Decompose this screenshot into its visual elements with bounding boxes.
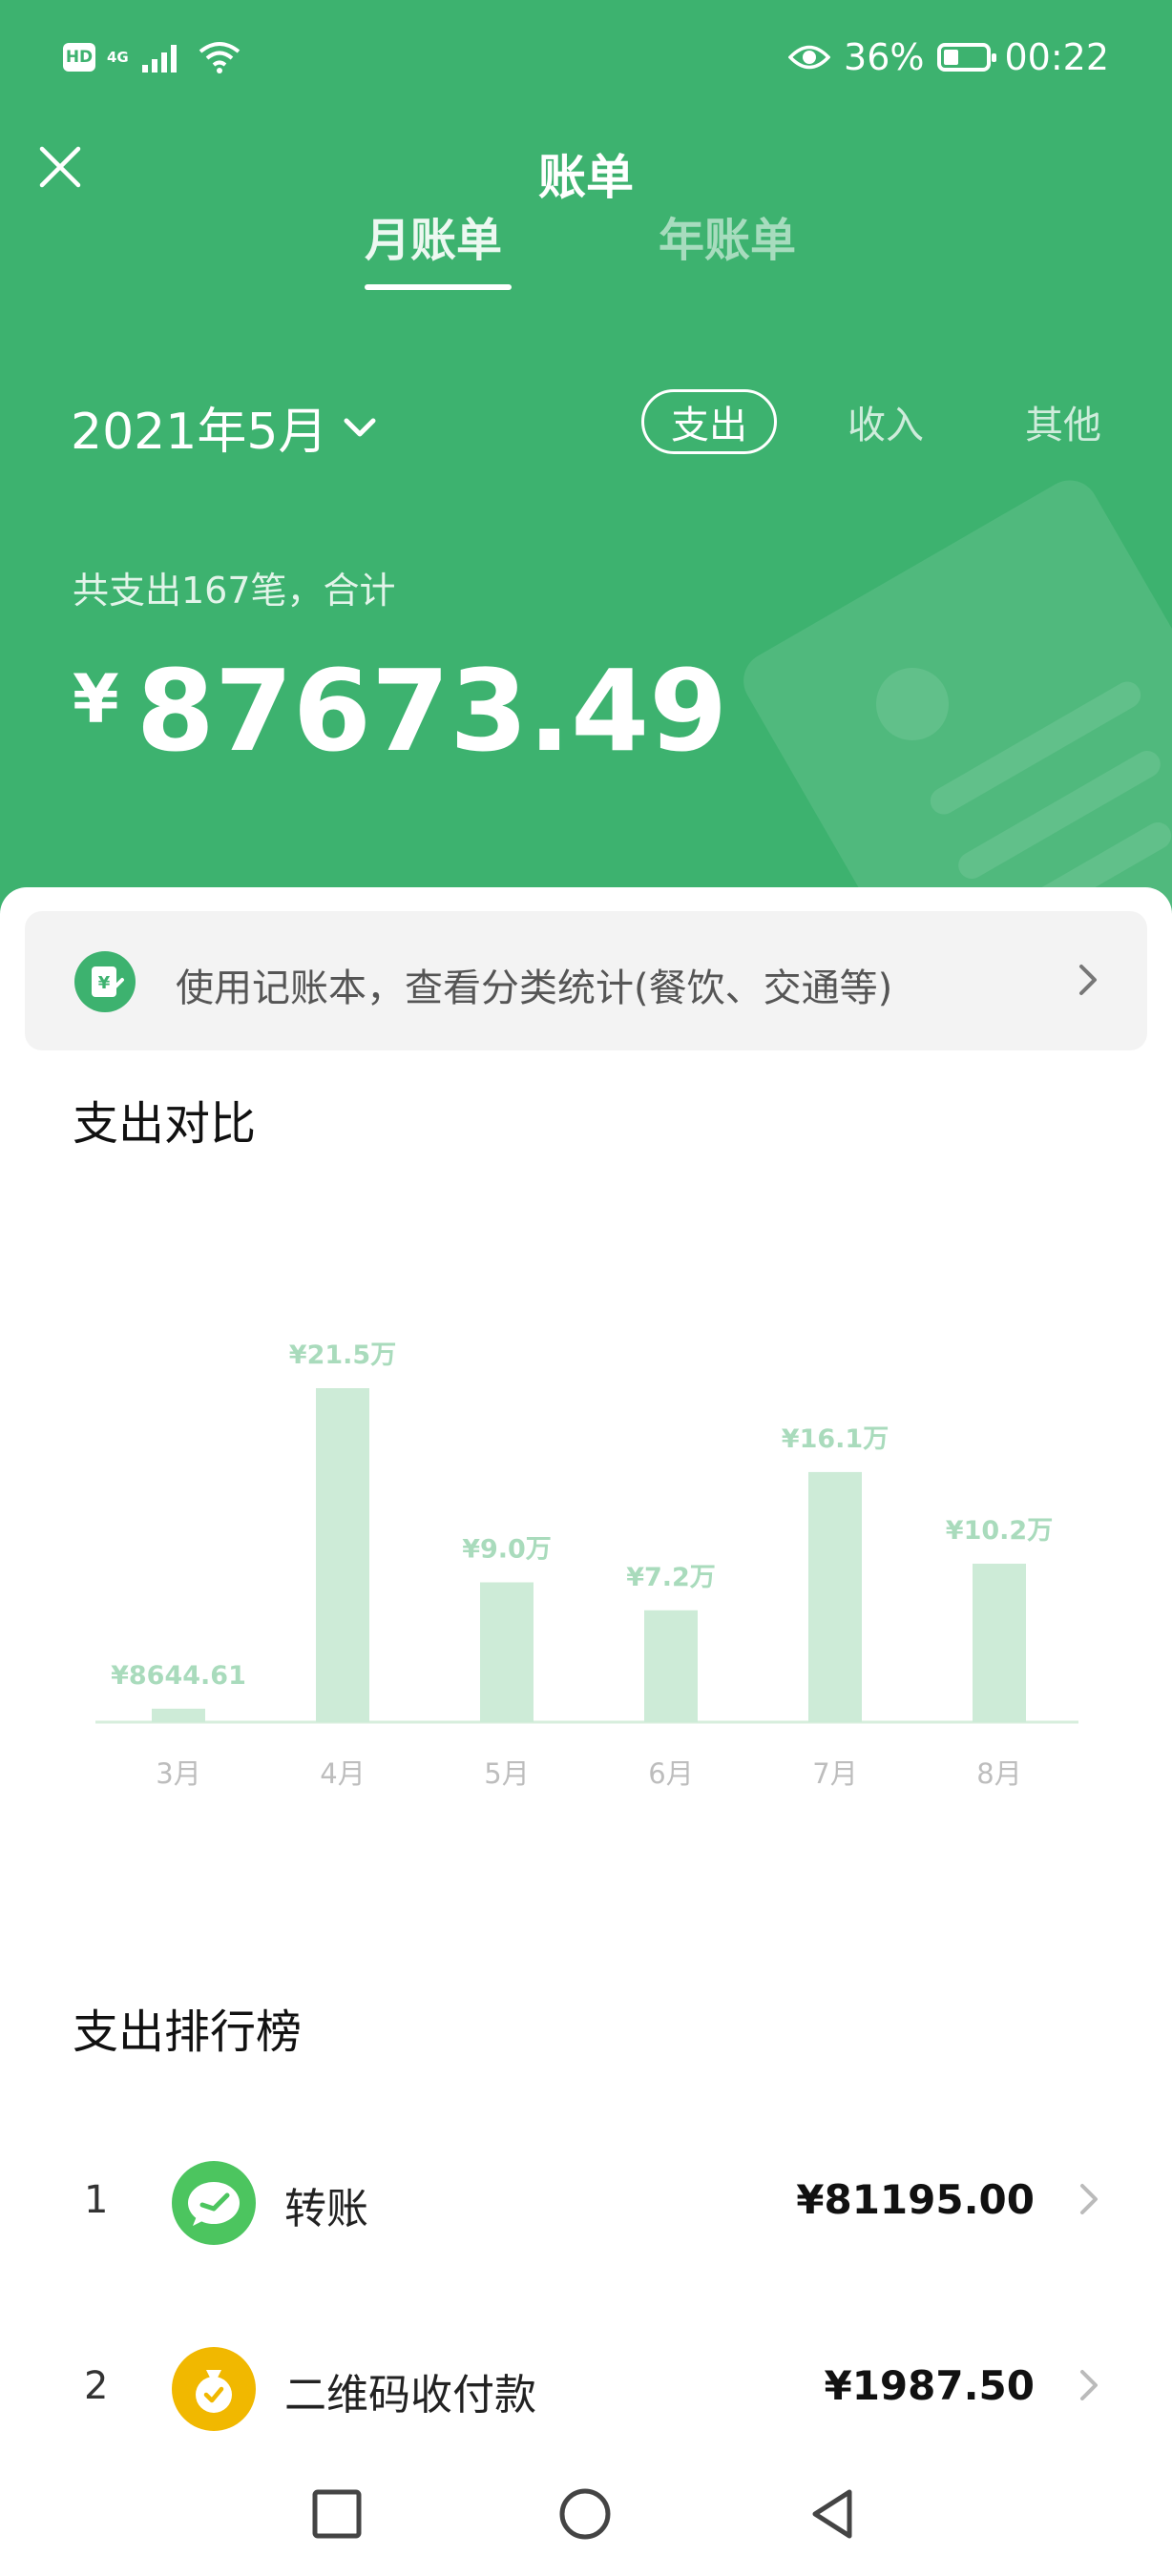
expense-comparison-chart: ¥8644.61 3月 ¥21.5万 4月 ¥9.0万 5月 ¥7.2万 6月 ¥16.1万 7月…	[0, 1269, 1172, 1822]
chart-data-label: ¥10.2万	[946, 1516, 1053, 1546]
month-picker[interactable]: 2021年5月	[71, 391, 379, 463]
tab-monthly-bill[interactable]: 月账单	[365, 202, 502, 269]
ranking-number: 1	[84, 2178, 109, 2222]
wifi-icon	[199, 42, 240, 73]
filter-income[interactable]: 收入	[840, 389, 931, 454]
ranking-name: 转账	[284, 2185, 368, 2233]
total-amount-value: 87673.49	[136, 645, 728, 777]
eye-icon	[788, 45, 831, 70]
page-title: 账单	[538, 150, 634, 205]
ranking-title: 支出排行榜	[73, 2005, 303, 2059]
ranking-item[interactable]: 2 二维码收付款 ¥1987.50	[0, 2337, 1172, 2442]
chart-bar[interactable]	[316, 1388, 369, 1722]
chevron-down-icon	[344, 418, 376, 436]
chart-bar[interactable]	[152, 1708, 205, 1722]
tab-indicator	[365, 284, 512, 290]
chart-tick-label: 3月	[156, 1757, 200, 1790]
ledger-icon: ¥	[74, 951, 136, 1012]
chart-tick-label: 8月	[976, 1757, 1021, 1790]
chevron-right-icon	[1079, 965, 1097, 995]
chart-data-label: ¥7.2万	[626, 1563, 716, 1592]
comparison-title: 支出对比	[73, 1097, 257, 1151]
ranking-amount: ¥1987.50	[824, 2362, 1035, 2409]
summary-label: 共支出167笔，合计	[73, 570, 396, 612]
signal-icon	[141, 45, 177, 73]
transfer-icon	[172, 2161, 256, 2245]
currency-symbol: ¥	[73, 660, 119, 738]
system-nav-bar	[0, 2442, 1172, 2576]
tab-yearly-bill[interactable]: 年账单	[659, 202, 796, 269]
chart-data-label: ¥9.0万	[462, 1534, 552, 1564]
chevron-right-icon	[1080, 2370, 1098, 2400]
chart-data-label: ¥8644.61	[111, 1661, 246, 1691]
ledger-banner[interactable]: ¥ 使用记账本，查看分类统计(餐饮、交通等)	[25, 911, 1147, 1050]
chart-bar[interactable]	[644, 1610, 698, 1722]
back-icon[interactable]	[800, 2481, 867, 2547]
clock: 00:22	[1004, 36, 1109, 78]
bar-chart: ¥8644.61 3月 ¥21.5万 4月 ¥9.0万 5月 ¥7.2万 6月 ¥16.1万 7月…	[95, 1340, 1078, 1790]
recent-apps-icon[interactable]	[303, 2481, 370, 2547]
banner-text: 使用记账本，查看分类统计(餐饮、交通等)	[176, 966, 893, 1010]
chevron-right-icon	[1080, 2184, 1098, 2214]
svg-text:¥: ¥	[98, 973, 111, 993]
chart-tick-label: 6月	[648, 1757, 693, 1790]
hd-badge: HD	[63, 43, 95, 72]
chart-bar[interactable]	[973, 1563, 1026, 1722]
ranking-name: 二维码收付款	[284, 2371, 536, 2420]
chart-data-label: ¥21.5万	[289, 1340, 396, 1370]
chart-data-label: ¥16.1万	[782, 1424, 889, 1454]
battery-percent: 36%	[844, 36, 925, 78]
status-bar: HD 4G 36% 00:22	[0, 0, 1172, 114]
filter-other[interactable]: 其他	[1017, 389, 1109, 454]
ranking-amount: ¥81195.00	[796, 2176, 1035, 2223]
ranking-item[interactable]: 1 转账 ¥81195.00	[0, 2151, 1172, 2256]
chart-tick-label: 7月	[812, 1757, 857, 1790]
chart-bar[interactable]	[808, 1471, 862, 1722]
ranking-number: 2	[84, 2364, 109, 2408]
chart-tick-label: 4月	[320, 1757, 365, 1790]
money-bag-icon	[172, 2347, 256, 2431]
home-icon[interactable]	[552, 2481, 618, 2547]
chart-tick-label: 5月	[484, 1757, 529, 1790]
month-label: 2021年5月	[71, 404, 328, 461]
battery-icon	[937, 43, 997, 72]
chart-bar[interactable]	[480, 1582, 534, 1722]
bill-header: HD 4G 36% 00:22 账单 月账单 年账单 2021年5月 支出 收入…	[0, 0, 1172, 916]
network-type: 4G	[107, 48, 129, 66]
filter-expense[interactable]: 支出	[641, 389, 777, 454]
decorative-circle	[876, 668, 949, 740]
battery-level	[944, 50, 959, 65]
total-amount: ¥ 87673.49	[73, 649, 727, 773]
